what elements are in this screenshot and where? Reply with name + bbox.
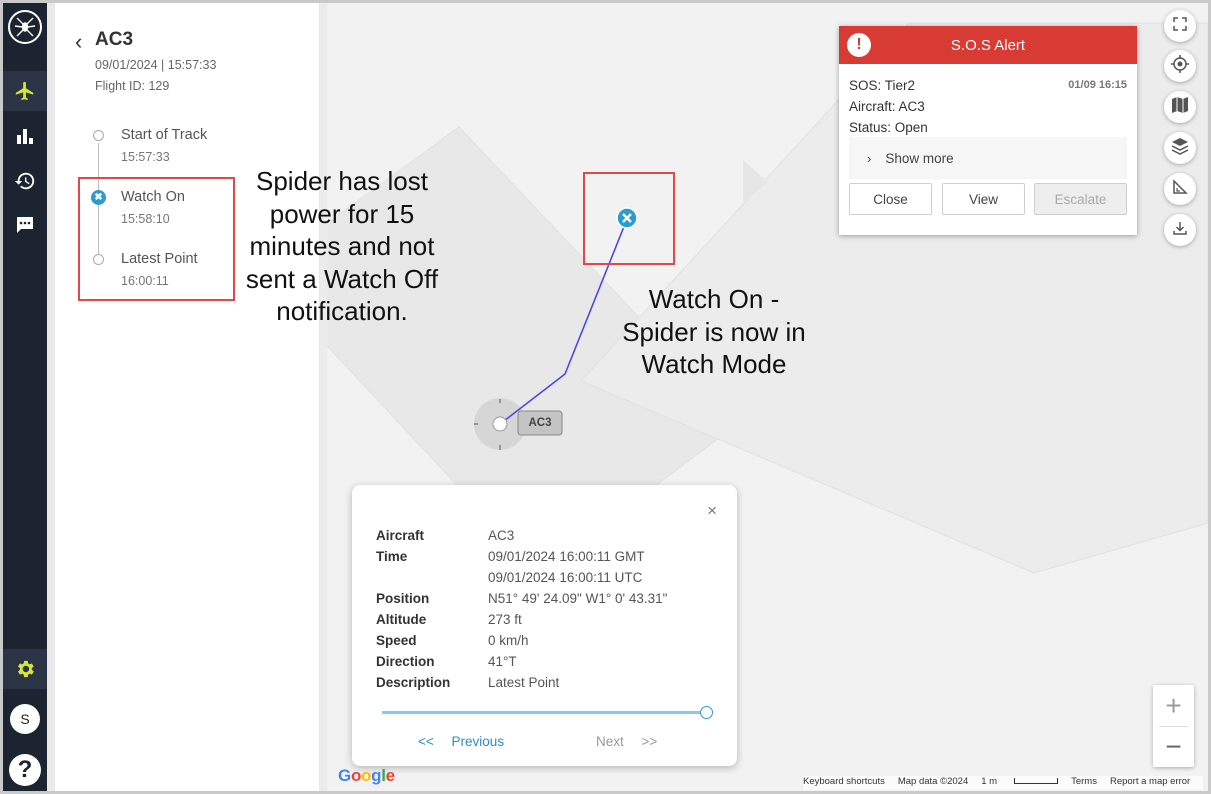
sos-status: Status: Open: [849, 120, 928, 135]
sos-date: 01/09 16:15: [1068, 79, 1127, 91]
google-logo: Google: [338, 766, 395, 785]
point-slider-thumb[interactable]: [700, 706, 713, 719]
info-value: 0 km/h: [488, 633, 529, 648]
download-icon: [1172, 220, 1188, 241]
aircraft-marker[interactable]: [492, 416, 508, 432]
annotation-lost-power: Spider has lost power for 15 minutes and…: [245, 166, 439, 326]
map-type-button[interactable]: [1164, 91, 1196, 123]
double-chevron-right-icon: >>: [641, 734, 658, 749]
terms-link[interactable]: Terms: [1071, 776, 1097, 790]
info-value: Latest Point: [488, 675, 560, 690]
fullscreen-icon: [1173, 16, 1187, 36]
close-icon[interactable]: ×: [707, 501, 717, 521]
zoom-in-button[interactable]: +: [1153, 685, 1194, 726]
annotation-box-marker: [583, 172, 675, 265]
keyboard-shortcuts-link[interactable]: Keyboard shortcuts: [803, 776, 885, 790]
layers-button[interactable]: [1164, 132, 1196, 164]
chevron-right-icon: ›: [867, 150, 872, 166]
map-data-label: Map data ©2024: [897, 776, 969, 787]
next-label: Next: [596, 734, 624, 749]
info-key: Description: [376, 675, 451, 690]
alert-icon: !: [847, 33, 871, 57]
sos-tier: SOS: Tier2: [849, 78, 916, 93]
annotation-watch-on: Watch On - Spider is now in Watch Mode: [622, 284, 806, 379]
info-value: 41°T: [488, 654, 517, 669]
report-error-link[interactable]: Report a map error: [1110, 776, 1190, 790]
zoom-control: + −: [1153, 685, 1194, 767]
previous-label: Previous: [451, 734, 505, 749]
info-key: Direction: [376, 654, 435, 669]
fullscreen-button[interactable]: [1164, 10, 1196, 42]
show-more-toggle[interactable]: › Show more: [849, 137, 1127, 179]
next-button[interactable]: Next >>: [596, 734, 657, 749]
info-key: Aircraft: [376, 528, 425, 543]
app-window: S ? ‹ AC3 09/01/2024 | 15:57:33 Flight I…: [3, 3, 1208, 791]
point-slider-track[interactable]: [382, 711, 708, 714]
show-more-label: Show more: [885, 150, 954, 166]
locate-button[interactable]: [1164, 50, 1196, 82]
locate-icon: [1171, 54, 1189, 78]
info-value: AC3: [488, 528, 515, 543]
info-value: 09/01/2024 16:00:11 GMT: [488, 549, 645, 564]
scale-label[interactable]: 1 m: [981, 776, 1059, 790]
info-value: N51° 49' 24.09" W1° 0' 43.31": [488, 591, 668, 606]
escalate-alert-button[interactable]: Escalate: [1034, 183, 1127, 215]
measure-button[interactable]: [1164, 173, 1196, 205]
sos-aircraft: Aircraft: AC3: [849, 99, 925, 114]
map-attribution: Keyboard shortcuts Map data ©2024 1 m Te…: [803, 776, 1204, 790]
point-info-popup: × Aircraft AC3 Time 09/01/2024 16:00:11 …: [352, 485, 737, 766]
map-type-icon: [1171, 96, 1189, 119]
info-value: 09/01/2024 16:00:11 UTC: [488, 570, 643, 585]
info-key: Altitude: [376, 612, 427, 627]
info-key: Position: [376, 591, 430, 606]
aircraft-label[interactable]: AC3: [518, 411, 562, 435]
layers-icon: [1171, 137, 1189, 160]
sos-alert-title: S.O.S Alert: [950, 36, 1026, 54]
info-key: Speed: [376, 633, 417, 648]
sos-alert-header: ! S.O.S Alert: [839, 26, 1137, 64]
measure-icon: [1172, 178, 1188, 200]
download-button[interactable]: [1164, 214, 1196, 246]
zoom-out-button[interactable]: −: [1153, 726, 1194, 767]
info-value: 273 ft: [488, 612, 522, 627]
view-alert-button[interactable]: View: [942, 183, 1025, 215]
double-chevron-left-icon: <<: [418, 734, 434, 749]
info-key: Time: [376, 549, 408, 564]
sos-alert-card: ! S.O.S Alert SOS: Tier2 01/09 16:15 Air…: [839, 26, 1137, 235]
previous-button[interactable]: << Previous: [418, 734, 504, 749]
close-alert-button[interactable]: Close: [849, 183, 932, 215]
annotation-box-timeline: [78, 177, 235, 301]
